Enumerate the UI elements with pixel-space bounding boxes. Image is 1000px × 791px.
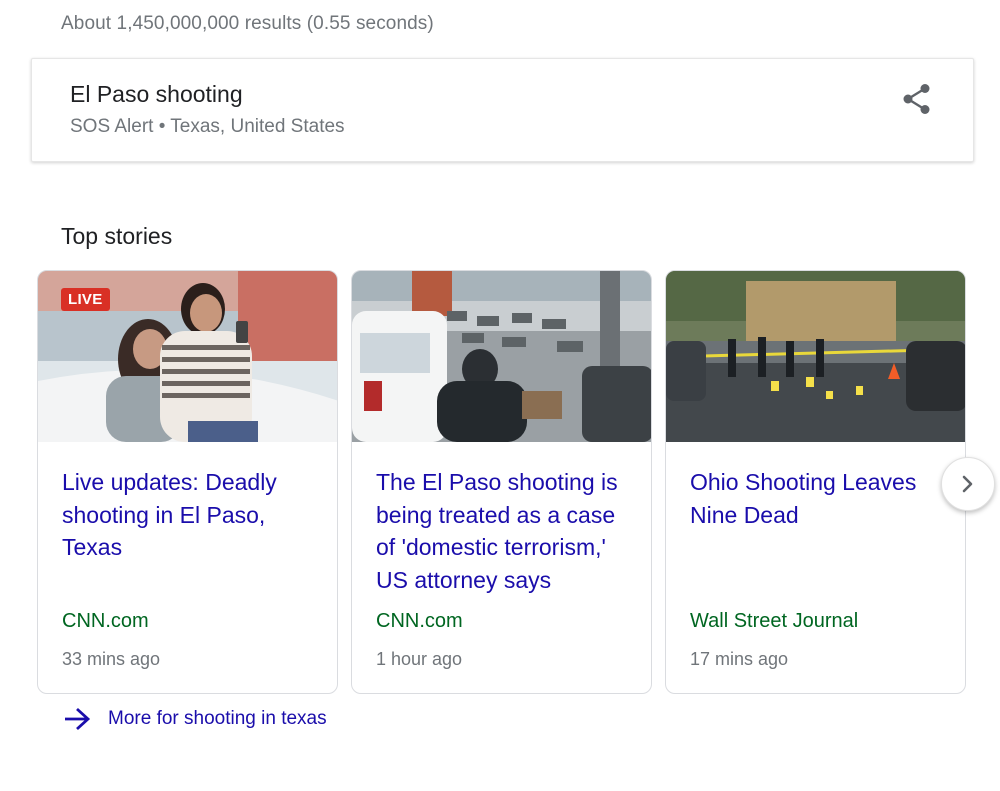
story-headline[interactable]: Ohio Shooting Leaves Nine Dead xyxy=(690,466,947,531)
story-source: CNN.com xyxy=(62,610,149,632)
story-card[interactable]: LIVE Live updates: Deadly shooting in El… xyxy=(37,270,338,694)
story-headline[interactable]: Live updates: Deadly shooting in El Paso… xyxy=(62,466,319,564)
carousel-next-button[interactable] xyxy=(941,457,995,511)
story-time: 1 hour ago xyxy=(376,649,463,669)
story-thumbnail[interactable]: LIVE xyxy=(38,271,337,442)
share-button[interactable] xyxy=(899,81,935,117)
arrow-right-icon xyxy=(65,707,91,731)
more-stories-label[interactable]: More for shooting in texas xyxy=(108,708,327,730)
share-icon xyxy=(903,84,930,114)
top-stories-heading: Top stories xyxy=(61,223,173,249)
story-time: 33 mins ago xyxy=(62,649,161,669)
story-time: 17 mins ago xyxy=(690,649,789,669)
story-card[interactable]: Ohio Shooting Leaves Nine Dead Wall Stre… xyxy=(665,270,966,694)
result-stats: About 1,450,000,000 results (0.55 second… xyxy=(61,13,434,34)
story-headline[interactable]: The El Paso shooting is being treated as… xyxy=(376,466,633,596)
story-source: CNN.com xyxy=(376,610,463,632)
more-stories-link[interactable]: More for shooting in texas xyxy=(63,707,327,731)
story-source: Wall Street Journal xyxy=(690,610,859,632)
story-thumbnail[interactable] xyxy=(666,271,965,442)
sos-alert-card[interactable]: El Paso shooting SOS Alert • Texas, Unit… xyxy=(31,58,974,162)
sos-alert-subtitle: SOS Alert • Texas, United States xyxy=(70,116,345,137)
story-card[interactable]: The El Paso shooting is being treated as… xyxy=(351,270,652,694)
story-thumbnail[interactable] xyxy=(352,271,651,442)
sos-alert-title[interactable]: El Paso shooting xyxy=(70,81,243,108)
chevron-right-icon xyxy=(962,475,973,493)
live-badge: LIVE xyxy=(61,288,110,311)
